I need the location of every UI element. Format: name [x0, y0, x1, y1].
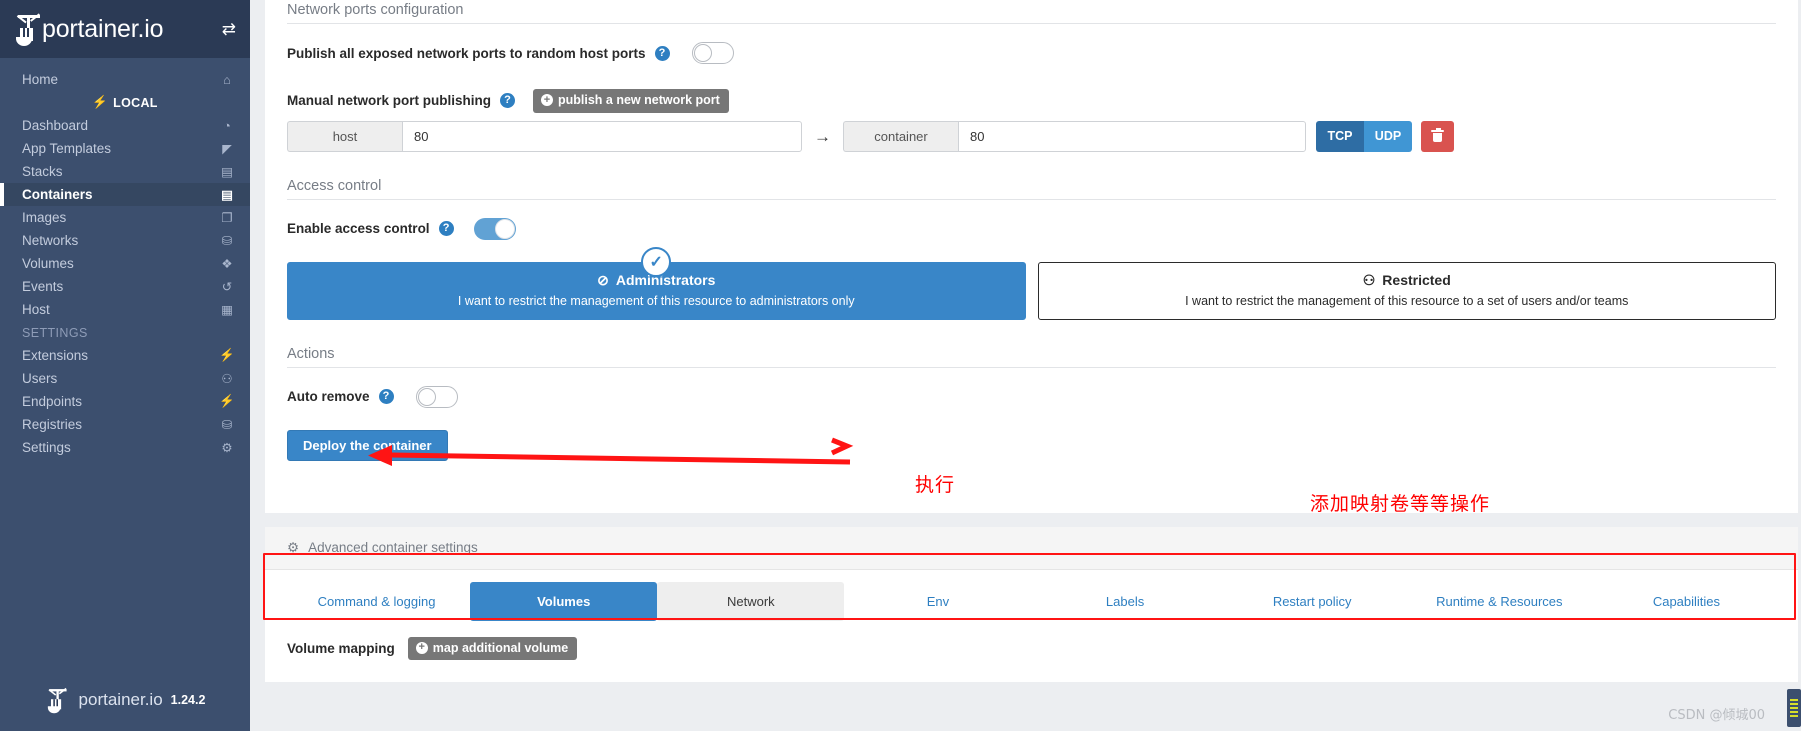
- volumes-icon: ❖: [221, 257, 233, 271]
- brand-title: portainer.io: [42, 14, 164, 43]
- sidebar-item-label: Home: [22, 72, 59, 87]
- sidebar-item-label: Networks: [22, 233, 79, 248]
- bolt-icon: ⚡: [219, 348, 235, 362]
- network-icon: ⛁: [221, 234, 233, 248]
- sidebar: portainer.io ⇄ Home ⌂ ⚡ LOCAL Dashboard …: [0, 0, 250, 731]
- sidebar-item-label: Endpoints: [22, 394, 83, 409]
- sidebar-item-dashboard[interactable]: Dashboard ◔: [0, 114, 250, 137]
- crane-whale-logo-icon: [47, 687, 67, 714]
- annotation-arrow-deploy: [368, 437, 854, 466]
- images-icon: ❐: [221, 211, 233, 225]
- sidebar-nav: Home ⌂ ⚡ LOCAL Dashboard ◔ App Templates…: [0, 58, 250, 459]
- sidebar-item-label: Registries: [22, 417, 83, 432]
- sidebar-item-label: Host: [22, 302, 50, 317]
- sidebar-item-volumes[interactable]: Volumes ❖: [0, 252, 250, 275]
- users-icon: ⚇: [221, 372, 233, 386]
- sidebar-item-label: Extensions: [22, 348, 89, 363]
- plug-icon: ⚡: [92, 95, 109, 109]
- sidebar-item-host[interactable]: Host ▦: [0, 298, 250, 321]
- sidebar-item-users[interactable]: Users ⚇: [0, 367, 250, 390]
- stacks-icon: ▤: [221, 165, 233, 179]
- sidebar-local-endpoint: ⚡ LOCAL: [0, 91, 250, 114]
- sidebar-item-app-templates[interactable]: App Templates ◤: [0, 137, 250, 160]
- sidebar-item-endpoints[interactable]: Endpoints ⚡: [0, 390, 250, 413]
- sidebar-item-home[interactable]: Home ⌂: [0, 68, 250, 91]
- sidebar-brand: portainer.io ⇄: [0, 0, 250, 58]
- plug-icon: ⚡: [219, 394, 235, 408]
- sidebar-item-settings[interactable]: Settings ⚙: [0, 436, 250, 459]
- sidebar-item-registries[interactable]: Registries ⛁: [0, 413, 250, 436]
- history-icon: ↺: [221, 280, 233, 294]
- dashboard-icon: ◔: [223, 118, 231, 133]
- annotation-text-add-volume: 添加映射卷等等操作: [1310, 493, 1491, 515]
- sidebar-item-label: Dashboard: [22, 118, 89, 133]
- sidebar-item-label: Volumes: [22, 256, 74, 271]
- sidebar-footer: portainer.io 1.24.2: [0, 683, 250, 717]
- rocket-icon: ◤: [222, 142, 232, 156]
- grid-icon: ▦: [221, 303, 233, 317]
- watermark: CSDN @倾城00: [1668, 708, 1765, 723]
- sidebar-item-label: Stacks: [22, 164, 63, 179]
- sidebar-item-images[interactable]: Images ❐: [0, 206, 250, 229]
- home-icon: ⌂: [223, 72, 231, 87]
- sidebar-item-events[interactable]: Events ↺: [0, 275, 250, 298]
- sidebar-item-label: Events: [22, 279, 64, 294]
- sidebar-item-label: Containers: [22, 187, 93, 202]
- footer-version: 1.24.2: [170, 693, 206, 707]
- scroll-indicator[interactable]: [1787, 689, 1801, 727]
- sidebar-item-label: Images: [22, 210, 67, 225]
- sidebar-item-label: Settings: [22, 440, 71, 455]
- sidebar-item-networks[interactable]: Networks ⛁: [0, 229, 250, 252]
- sidebar-item-extensions[interactable]: Extensions ⚡: [0, 344, 250, 367]
- sidebar-section-settings: SETTINGS: [22, 325, 88, 340]
- containers-icon: ▤: [221, 188, 233, 202]
- annotation-text-execute: 执行: [915, 474, 956, 496]
- main-content: Network ports configuration Publish all …: [250, 0, 1801, 731]
- toggle-sidebar-icon[interactable]: ⇄: [222, 21, 236, 38]
- portainer-logo: portainer.io: [16, 12, 163, 46]
- sidebar-local-label: LOCAL: [113, 95, 158, 110]
- sidebar-item-containers[interactable]: Containers ▤: [0, 183, 250, 206]
- crane-whale-logo-icon: [16, 12, 42, 46]
- sidebar-item-stacks[interactable]: Stacks ▤: [0, 160, 250, 183]
- database-icon: ⛁: [221, 418, 233, 432]
- sidebar-item-label: Users: [22, 371, 58, 386]
- sidebar-item-label: App Templates: [22, 141, 112, 156]
- portainer-app: portainer.io ⇄ Home ⌂ ⚡ LOCAL Dashboard …: [0, 0, 1801, 731]
- gears-icon: ⚙: [221, 441, 233, 455]
- footer-brand: portainer.io: [78, 690, 163, 709]
